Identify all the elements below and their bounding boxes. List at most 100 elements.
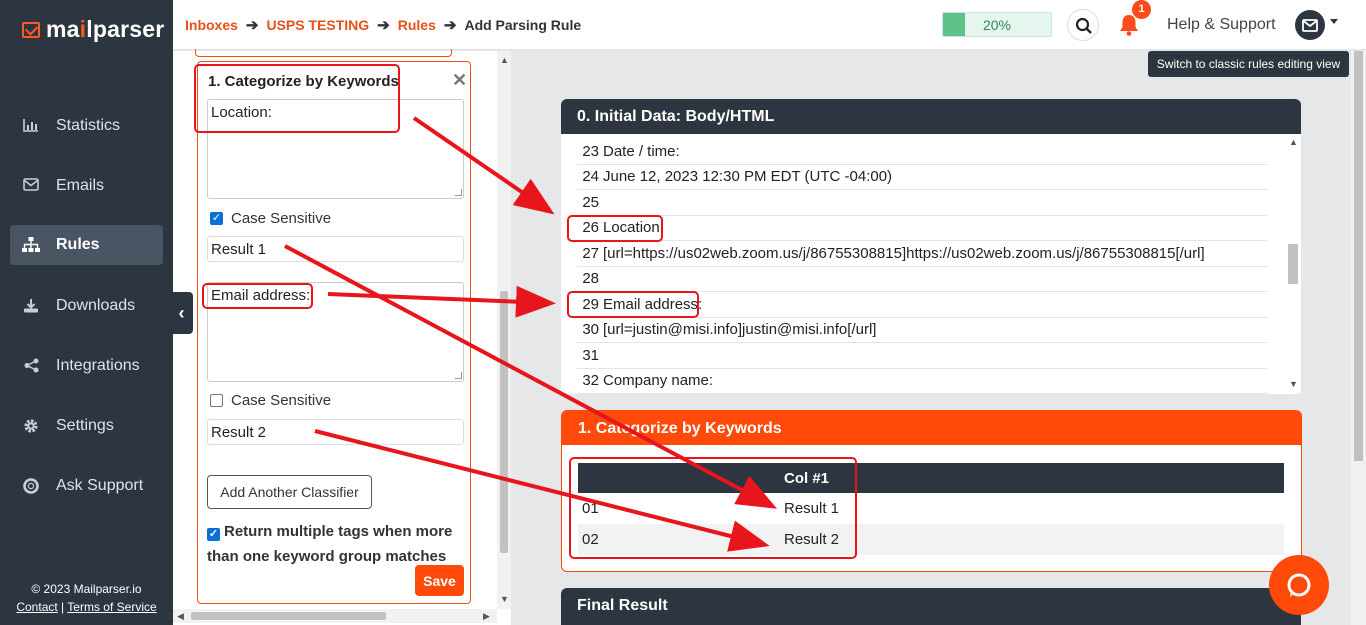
sidebar-item-settings[interactable]: Settings [10,406,163,446]
terms-link[interactable]: Terms of Service [67,600,156,614]
copyright-text: © 2023 Mailparser.io [31,582,142,596]
chat-bubble-icon [1287,573,1311,597]
result-input-1[interactable] [207,236,464,262]
sidebar-footer: © 2023 Mailparser.io Contact | Terms of … [0,580,173,616]
multiple-tags-option[interactable]: ✓ Return multiple tags when more than one… [207,519,459,569]
page-scrollbar[interactable] [1351,51,1366,625]
envelope-avatar-icon [1302,18,1318,32]
line-text: June 12, 2023 12:30 PM EDT (UTC -04:00) [603,168,893,186]
data-line: 32 Company name: [577,369,1267,394]
data-line: 28 [577,267,1267,292]
line-text: [url=https://us02web.zoom.us/j/867553088… [603,244,1205,262]
scrollbar-thumb[interactable] [500,291,508,553]
case-sensitive-toggle-2[interactable]: Case Sensitive [210,392,331,409]
line-number: 29 [582,295,599,313]
line-number: 23 [582,142,599,160]
help-circle-icon [22,478,40,494]
line-text: Date / time: [603,142,680,160]
sidebar-item-downloads[interactable]: Downloads [10,286,163,326]
top-bar: Inboxes ➔ USPS TESTING ➔ Rules ➔ Add Par… [173,0,1366,50]
add-classifier-button[interactable]: Add Another Classifier [207,475,372,509]
resize-handle-icon[interactable] [455,372,462,379]
scroll-down-icon[interactable]: ▼ [1289,379,1298,389]
search-icon [1075,17,1092,34]
save-button[interactable]: Save [415,565,464,596]
chat-support-button[interactable] [1269,555,1329,615]
line-number: 31 [582,346,599,364]
scrollbar-thumb[interactable] [191,612,386,620]
data-line: 26 Location: [577,216,1267,241]
keywords-textarea-2[interactable]: Email address: [207,282,464,382]
data-line: 29 Email address: [577,292,1267,318]
scroll-up-icon[interactable]: ▲ [500,55,509,65]
share-icon [22,358,40,374]
row-id: 01 [582,500,599,517]
line-number: 25 [582,193,599,211]
data-scrollbar[interactable]: ▲ ▼ [1285,135,1301,393]
classic-view-tooltip[interactable]: Switch to classic rules editing view [1148,51,1349,77]
data-line: 23 Date / time: [577,139,1267,165]
envelope-logo-icon [22,21,40,38]
line-number: 30 [582,321,599,339]
scroll-up-icon[interactable]: ▲ [1289,137,1298,147]
search-button[interactable] [1067,9,1099,41]
case-sensitive-toggle-1[interactable]: ✓ Case Sensitive [210,210,331,227]
table-row: 02 Result 2 [578,524,1284,555]
breadcrumb-inbox[interactable]: USPS TESTING [266,17,369,33]
breadcrumb-current: Add Parsing Rule [464,17,582,33]
chevron-left-icon: ‹ [178,302,185,323]
sitemap-icon [22,237,40,253]
sidebar-item-label: Rules [56,236,100,253]
download-icon [22,298,40,314]
line-text: [url=justin@misi.info]justin@misi.info[/… [603,321,877,339]
scroll-left-icon[interactable]: ◀ [177,611,184,622]
sidebar-item-emails[interactable]: Emails [10,166,163,206]
breadcrumb-rules[interactable]: Rules [398,17,436,33]
breadcrumb-inboxes[interactable]: Inboxes [185,17,238,33]
editor-vertical-scrollbar[interactable]: ▲ ▼ [497,51,511,609]
setup-progress-bar[interactable]: 20% [942,12,1052,37]
checkbox-unchecked[interactable] [210,394,223,407]
result-input-2[interactable] [207,419,464,445]
editor-horizontal-scrollbar[interactable]: ◀ ▶ [173,609,497,623]
previous-rule-card [195,49,452,57]
case-sensitive-label: Case Sensitive [231,210,332,227]
line-text: Location: [603,219,664,237]
data-lines: 23 Date / time: 24 June 12, 2023 12:30 PM E… [577,139,1267,394]
keywords-textarea-1[interactable]: Location: [207,99,464,199]
copyright: © 2023 Mailparser.io [0,580,173,598]
gear-icon [22,418,40,434]
help-support-link[interactable]: Help & Support [1167,16,1276,34]
resize-handle-icon[interactable] [455,189,462,196]
categorize-result-title: 1. Categorize by Keywords [562,411,1301,445]
sidebar: mailparser Statistics Emails Rules Downl… [0,0,173,625]
sidebar-item-ask-support[interactable]: Ask Support [10,466,163,506]
sidebar-item-rules[interactable]: Rules [10,225,163,265]
line-text: Company name: [603,372,714,390]
data-line: 25 [577,190,1267,216]
categorize-result-card: 1. Categorize by Keywords Col #1 01 Resu… [561,410,1302,572]
line-number: 28 [582,270,599,288]
close-icon[interactable]: ✕ [452,70,467,91]
scrollbar-thumb[interactable] [1288,244,1298,284]
footer-divider: | [61,600,65,614]
scrollbar-thumb[interactable] [1354,51,1363,461]
envelope-icon [22,178,40,194]
mailparser-logo[interactable]: mailparser [22,16,164,43]
case-sensitive-label: Case Sensitive [231,392,332,409]
final-result-title: Final Result [561,588,1301,625]
collapse-sidebar-button[interactable]: ‹ [170,292,193,334]
scroll-right-icon[interactable]: ▶ [483,611,490,622]
contact-link[interactable]: Contact [16,600,57,614]
sidebar-item-statistics[interactable]: Statistics [10,106,163,146]
account-avatar[interactable] [1295,10,1325,40]
sidebar-item-label: Settings [56,417,114,434]
checkbox-checked[interactable]: ✓ [210,212,223,225]
result-table: Col #1 01 Result 1 02 Result 2 [578,463,1284,555]
scroll-down-icon[interactable]: ▼ [500,594,509,604]
sidebar-item-integrations[interactable]: Integrations [10,346,163,386]
table-row: 01 Result 1 [578,493,1284,524]
line-text: Email address: [603,295,703,313]
checkbox-checked[interactable]: ✓ [207,528,220,541]
caret-down-icon[interactable] [1330,19,1338,24]
